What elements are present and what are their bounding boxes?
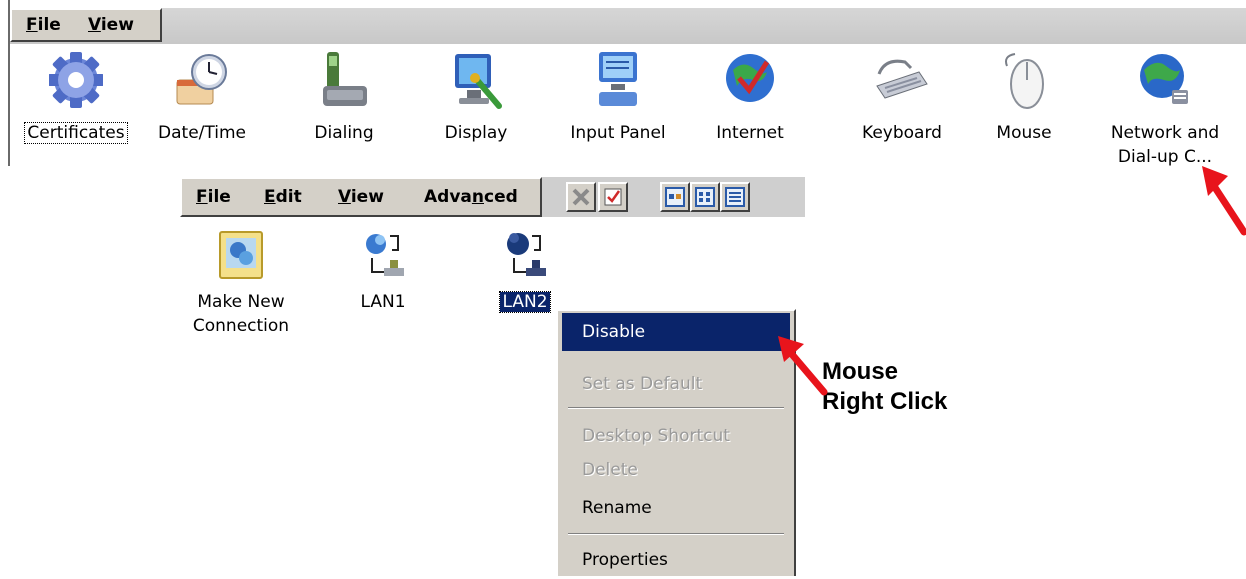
cp-item-label: Date/Time: [158, 123, 246, 143]
annotation-line2: Right Click: [822, 388, 948, 415]
menu-file[interactable]: File: [26, 15, 61, 35]
lan-icon: [366, 234, 404, 276]
cp-item-label: Network and: [1110, 123, 1220, 143]
small-icons-view-icon: [695, 187, 715, 207]
menu-file[interactable]: File: [196, 187, 231, 207]
menu-separator: [568, 533, 784, 535]
details-view-button[interactable]: [720, 182, 750, 212]
cp-item-label: Internet: [716, 123, 784, 143]
annotation-text: Mouse Right Click: [822, 357, 947, 417]
network-menubar: File Edit View Advanced: [180, 177, 542, 217]
details-view-icon: [725, 187, 745, 207]
context-menu-desktop-shortcut: Desktop Shortcut: [582, 426, 730, 446]
delete-button[interactable]: [566, 182, 596, 212]
small-icons-view-button[interactable]: [690, 182, 720, 212]
control-panel-menubar: [10, 8, 1246, 44]
menu-edit[interactable]: Edit: [264, 187, 302, 207]
network-globe-icon: [1140, 54, 1188, 104]
control-panel-menu: File View: [10, 8, 162, 42]
context-menu-properties[interactable]: Properties: [562, 541, 790, 579]
context-menu: Disable Set as Default Desktop Shortcut …: [556, 309, 796, 576]
mouse-icon: [1005, 53, 1044, 109]
cp-item-network-dialup[interactable]: Network and Dial-up C...: [1108, 50, 1222, 170]
cp-item-date-time[interactable]: Date/Time: [142, 50, 262, 170]
cp-item-certificates[interactable]: Certificates: [16, 50, 136, 170]
annotation-line1: Mouse: [822, 358, 899, 385]
nc-item-label: LAN1: [360, 292, 406, 312]
cp-item-input-panel[interactable]: Input Panel: [558, 50, 678, 170]
cp-item-label: Input Panel: [570, 123, 666, 143]
properties-icon: [604, 188, 622, 206]
annotation-arrow-icon: [1202, 166, 1246, 236]
nc-item-label: Make New: [197, 292, 285, 312]
context-menu-delete: Delete: [582, 460, 638, 480]
context-menu-rename[interactable]: Rename: [562, 489, 790, 527]
cp-item-label: Dialing: [314, 123, 374, 143]
nc-item-make-new-connection[interactable]: Make New Connection: [176, 228, 306, 348]
large-icons-view-button[interactable]: [660, 182, 690, 212]
clock-icon: [176, 54, 227, 105]
cp-item-internet[interactable]: Internet: [690, 50, 810, 170]
display-icon: [455, 54, 502, 109]
context-menu-set-as-default: Set as Default: [582, 374, 703, 394]
menu-advanced[interactable]: Advanced: [424, 187, 518, 207]
menu-view[interactable]: View: [88, 15, 134, 35]
keyboard-icon: [876, 59, 928, 99]
globe-check-icon: [726, 54, 774, 102]
delete-icon: [572, 188, 590, 206]
nc-item-label-line2: Connection: [192, 316, 290, 336]
input-panel-icon: [599, 52, 637, 106]
nc-item-label: LAN2: [499, 291, 551, 313]
lan-disabled-icon: [507, 233, 546, 276]
nc-item-lan1[interactable]: LAN1: [318, 228, 448, 348]
cp-item-label: Certificates: [24, 122, 128, 144]
gear-icon: [49, 52, 103, 108]
context-menu-disable[interactable]: Disable: [562, 313, 790, 351]
cp-item-label: Mouse: [996, 123, 1052, 143]
new-connection-icon: [219, 231, 263, 279]
phone-icon: [323, 52, 367, 106]
cp-item-mouse[interactable]: Mouse: [968, 50, 1080, 170]
cp-item-keyboard[interactable]: Keyboard: [842, 50, 962, 170]
large-icons-view-icon: [665, 187, 685, 207]
annotation-arrow-icon: [778, 336, 828, 396]
cp-item-dialing[interactable]: Dialing: [284, 50, 404, 170]
menu-view[interactable]: View: [338, 187, 384, 207]
properties-button[interactable]: [598, 182, 628, 212]
cp-item-display[interactable]: Display: [416, 50, 536, 170]
cp-item-label: Display: [444, 123, 508, 143]
cp-item-label: Keyboard: [862, 123, 942, 143]
menu-separator: [568, 407, 784, 409]
